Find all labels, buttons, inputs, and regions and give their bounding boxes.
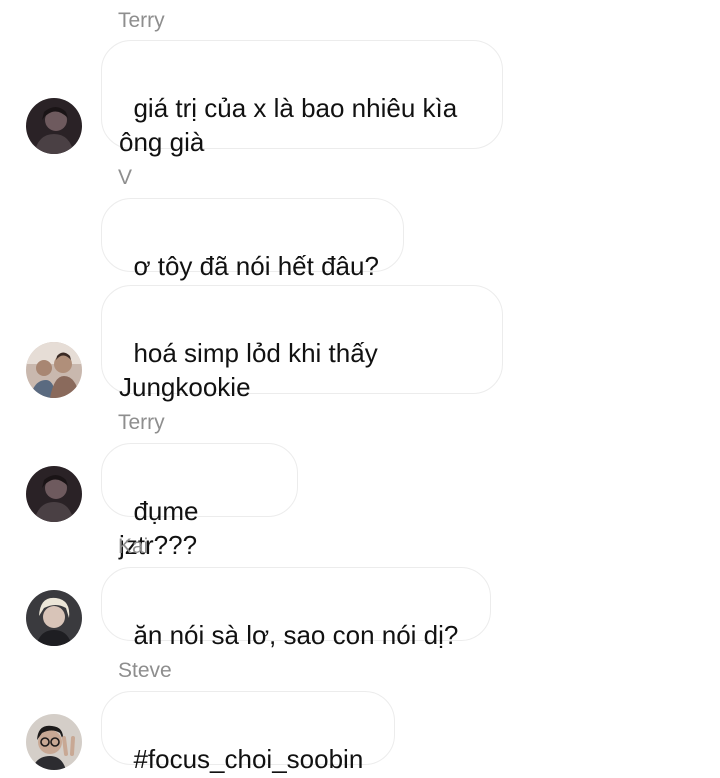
dark-haired-avatar-icon[interactable] [26,98,82,154]
message-bubble[interactable]: hoá simp lỏd khi thấy Jungkookie [101,285,503,402]
glasses-peace-sign-avatar-icon[interactable] [26,714,82,770]
blonde-avatar-icon[interactable] [26,590,82,646]
message-text: #focus_choi_soobin [133,744,364,774]
sender-name: Terry [118,9,165,32]
message-bubble[interactable]: #focus_choi_soobin [101,691,395,774]
sender-name: Steve [118,659,172,682]
message-text: ơ tôy đã nói hết đâu? [133,251,379,281]
message-text: hoá simp lỏd khi thấy Jungkookie [119,338,378,402]
dark-haired-avatar-icon[interactable] [26,466,82,522]
message-text: giá trị của x là bao nhiêu kìa ông già [119,93,458,157]
message-bubble[interactable]: đụme jztr??? [101,443,298,560]
message-text: ăn nói sà lơ, sao con nói dị? [133,620,459,650]
sender-name: Terry [118,411,165,434]
sender-name: V [118,166,133,189]
message-bubble[interactable]: ơ tôy đã nói hết đâu? [101,198,404,281]
message-bubble[interactable]: ăn nói sà lơ, sao con nói dị? [101,567,491,650]
sender-name: Kai [118,535,149,558]
message-bubble[interactable]: giá trị của x là bao nhiêu kìa ông già [101,40,503,157]
friends-group-avatar-icon[interactable] [26,342,82,398]
